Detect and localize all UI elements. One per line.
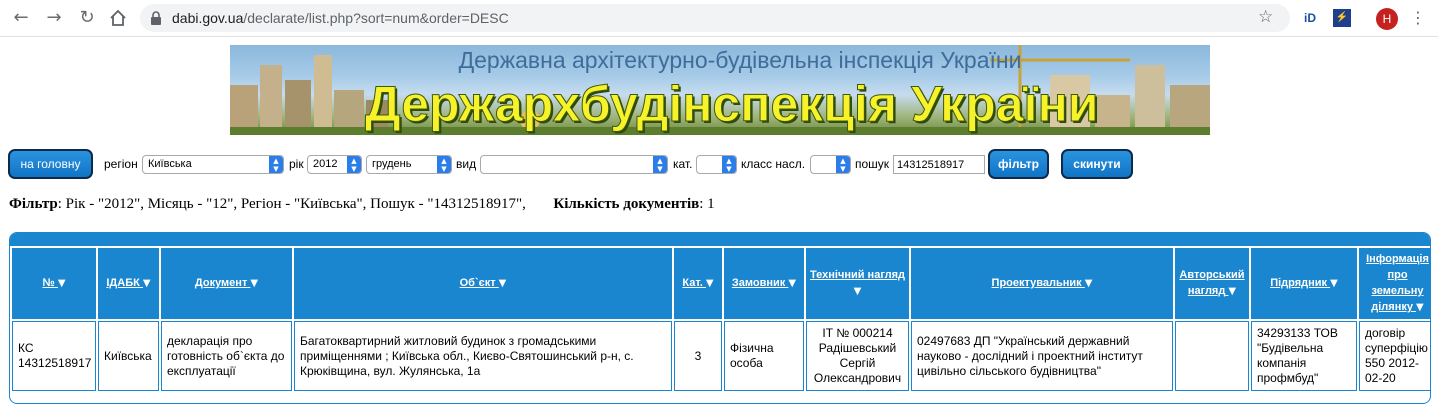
column-header-author-supervision[interactable]: Авторський нагляд ▼	[1175, 248, 1249, 319]
sort-desc-icon: ▼	[1228, 286, 1237, 297]
table-top-bar	[10, 233, 1430, 246]
filter-button[interactable]: фільтр	[988, 149, 1049, 179]
category-label: кат.	[673, 157, 693, 171]
browser-toolbar: ← → ↻ dabi.gov.ua/declarate/list.php?sor…	[0, 0, 1438, 37]
category-select[interactable]: ▲ ▼	[696, 155, 737, 174]
column-header-customer[interactable]: Замовник ▼	[724, 248, 804, 319]
sort-desc-icon: ▼	[788, 278, 797, 289]
cell-num: КС 14312518917	[12, 321, 96, 391]
sort-desc-icon: ▼	[1084, 278, 1093, 289]
region-select-value: Київська	[148, 158, 192, 170]
column-header-label: Підрядник	[1270, 277, 1328, 289]
search-input[interactable]	[893, 155, 985, 174]
cell-customer: Фізична особа	[724, 321, 804, 391]
year-select[interactable]: 2012 ▲ ▼	[307, 155, 362, 174]
site-banner[interactable]: Державна архітектурно-будівельна інспекц…	[230, 45, 1210, 135]
chevron-down-icon: ▲ ▼	[269, 156, 283, 173]
sort-desc-icon: ▼	[1416, 302, 1424, 313]
column-header-label: Технічний нагляд	[809, 269, 906, 281]
class-label: класс насл.	[741, 157, 806, 171]
sort-desc-icon: ▼	[1330, 278, 1338, 289]
column-header-document[interactable]: Документ ▼	[161, 248, 292, 319]
filter-summary: Фільтр: Рік - "2012", Місяць - "12", Рег…	[9, 196, 715, 213]
month-select[interactable]: грудень ▲ ▼	[366, 155, 452, 174]
column-header-tech-supervision[interactable]: Технічний нагляд ▼	[806, 248, 909, 319]
chevron-down-icon: ▲ ▼	[347, 156, 361, 173]
menu-dots-icon[interactable]: ⋮	[1410, 6, 1426, 30]
chevron-down-icon: ▲ ▼	[653, 156, 667, 173]
cell-document: декларація про готовність об`єкта до екс…	[161, 321, 292, 391]
month-select-value: грудень	[372, 158, 412, 170]
cell-object: Багатоквартирний житловий будинок з гром…	[294, 321, 672, 391]
column-header-label: Замовник	[731, 277, 786, 289]
extension-id-icon[interactable]: iD	[1300, 9, 1320, 27]
filter-summary-label: Фільтр	[9, 196, 58, 212]
forward-arrow-icon[interactable]: →	[42, 6, 66, 30]
column-header-label: №	[42, 277, 55, 289]
address-bar[interactable]: dabi.gov.ua/declarate/list.php?sort=num&…	[140, 4, 1290, 32]
column-header-idabk[interactable]: ІДАБК ▼	[98, 248, 159, 319]
search-label: пошук	[855, 157, 890, 171]
column-header-designer[interactable]: Проектувальник ▼	[911, 248, 1173, 319]
chevron-down-icon: ▲ ▼	[836, 156, 850, 173]
sort-desc-icon: ▼	[498, 278, 507, 289]
column-header-label: ІДАБК	[106, 277, 140, 289]
back-arrow-icon[interactable]: ←	[9, 6, 33, 30]
sort-desc-icon: ▼	[142, 278, 151, 289]
url-path: /declarate/list.php?sort=num&order=DESC	[243, 10, 509, 26]
type-label: вид	[456, 157, 477, 171]
document-count-label: Кількість документів	[553, 196, 700, 212]
cell-author-supervision	[1175, 321, 1249, 391]
cell-category: 3	[674, 321, 722, 391]
region-label: регіон	[104, 157, 138, 171]
reset-button[interactable]: скинути	[1061, 149, 1133, 179]
declarations-table: № ▼ ІДАБК ▼ Документ ▼ Об`єкт ▼ Кат. ▼ З…	[9, 232, 1431, 404]
column-header-label: Об`єкт	[459, 277, 496, 289]
avatar[interactable]: H	[1376, 8, 1398, 30]
url-text[interactable]: dabi.gov.ua/declarate/list.php?sort=num&…	[172, 10, 509, 26]
extension-icon[interactable]: ⚡	[1333, 9, 1351, 27]
reload-icon[interactable]: ↻	[75, 6, 99, 30]
cell-contractor: 34293133 ТОВ "Будівельна компанія профмб…	[1251, 321, 1357, 391]
sort-desc-icon: ▼	[57, 278, 66, 289]
column-header-category[interactable]: Кат. ▼	[674, 248, 722, 319]
class-select[interactable]: ▲ ▼	[810, 155, 851, 174]
star-icon[interactable]: ☆	[1258, 7, 1273, 27]
document-count-value: : 1	[699, 196, 715, 212]
cell-land-info: договір суперфіцію 550 2012-02-20	[1359, 321, 1430, 391]
cell-tech-supervision: ІТ № 000214 Радішевський Сергій Олександ…	[806, 321, 909, 391]
column-header-label: Проектувальник	[991, 277, 1082, 289]
home-icon[interactable]	[106, 6, 130, 30]
filter-summary-text: : Рік - "2012", Місяць - "12", Регіон - …	[57, 196, 526, 212]
year-select-value: 2012	[313, 158, 338, 170]
column-header-contractor[interactable]: Підрядник ▼	[1251, 248, 1357, 319]
year-label: рік	[289, 157, 304, 171]
sort-desc-icon: ▼	[250, 278, 259, 289]
column-header-label: Кат.	[682, 277, 703, 289]
home-button[interactable]: на головну	[8, 149, 93, 179]
sort-desc-icon: ▼	[853, 286, 862, 297]
region-select[interactable]: Київська ▲ ▼	[142, 155, 284, 174]
cell-designer: 02497683 ДП "Український державний науко…	[911, 321, 1173, 391]
type-select[interactable]: ▲ ▼	[480, 155, 668, 174]
column-header-num[interactable]: № ▼	[12, 248, 96, 319]
column-header-land-info[interactable]: Інформація про земельну ділянку ▼	[1359, 248, 1430, 319]
banner-title: Держархбудінспекція України	[365, 76, 1100, 133]
url-host: dabi.gov.ua	[172, 10, 244, 26]
column-header-object[interactable]: Об`єкт ▼	[294, 248, 672, 319]
table-header-row: № ▼ ІДАБК ▼ Документ ▼ Об`єкт ▼ Кат. ▼ З…	[12, 248, 1430, 319]
declarations-grid: № ▼ ІДАБК ▼ Документ ▼ Об`єкт ▼ Кат. ▼ З…	[10, 246, 1430, 393]
lock-icon[interactable]	[149, 10, 163, 26]
chevron-down-icon: ▲ ▼	[437, 156, 451, 173]
table-row: КС 14312518917 Київська декларація про г…	[12, 321, 1430, 391]
chevron-down-icon: ▲ ▼	[722, 156, 736, 173]
column-header-label: Документ	[194, 277, 248, 289]
sort-desc-icon: ▼	[705, 278, 714, 289]
cell-idabk: Київська	[98, 321, 159, 391]
banner-subtitle: Державна архітектурно-будівельна інспекц…	[458, 47, 1022, 73]
